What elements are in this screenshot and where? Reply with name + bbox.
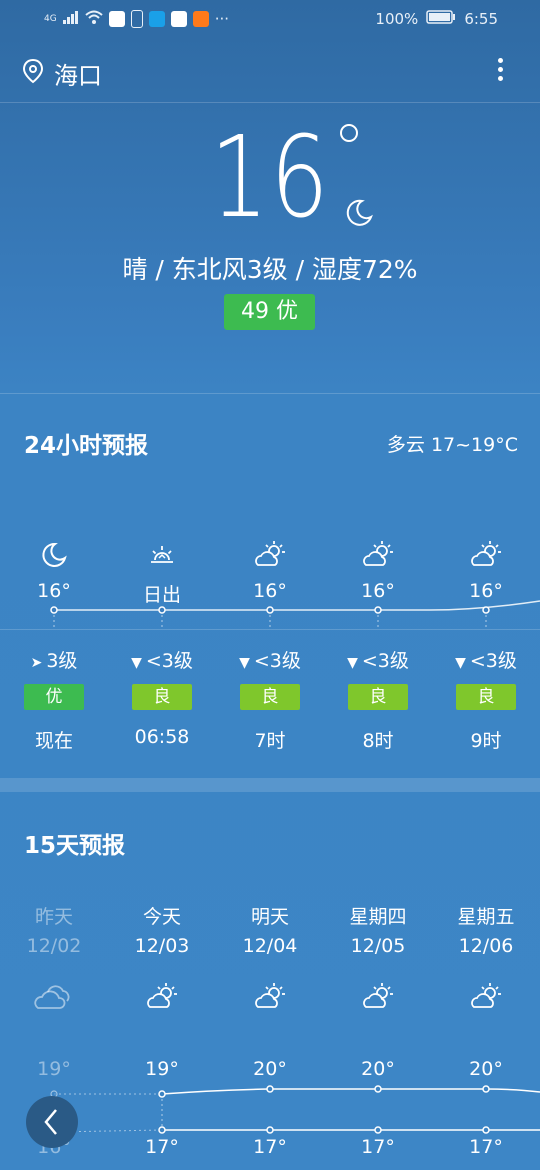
daily-high-temp: 20° — [361, 1058, 395, 1080]
app-notification-icon — [148, 11, 165, 27]
partly-cloudy-icon — [432, 540, 540, 570]
battery-percent: 100% — [375, 10, 419, 28]
hourly-time: 9时 — [470, 730, 502, 752]
partly-cloudy-icon — [108, 982, 216, 1018]
wind-level: <3级 — [361, 650, 409, 672]
daily-day-label[interactable]: 星期四 — [324, 902, 432, 929]
daily-high-temp: 20° — [253, 1058, 287, 1080]
daily-forecast-title: 15天预报 — [24, 833, 126, 859]
wind-direction-icon: ▼ — [239, 655, 250, 671]
hourly-time: 06:58 — [134, 726, 190, 748]
video-app-icon — [192, 11, 209, 27]
wind-level: <3级 — [253, 650, 301, 672]
partly-cloudy-icon — [432, 982, 540, 1018]
sunrise-icon — [108, 540, 216, 570]
cloudy-icon — [0, 982, 108, 1018]
more-notifications-icon: ··· — [214, 10, 230, 28]
aqi-badge: 良 — [348, 684, 408, 710]
signal-icon — [62, 10, 79, 28]
daily-temperature-lines — [50, 1085, 540, 1134]
current-temperature: 16 — [209, 113, 331, 243]
aqi-badge: 良 — [132, 684, 192, 710]
wind-level: <3级 — [469, 650, 517, 672]
moon-icon — [0, 540, 108, 570]
daily-day-label[interactable]: 今天 — [108, 902, 216, 929]
hourly-forecast-title: 24小时预报 — [24, 433, 149, 459]
daily-high-temp: 20° — [469, 1058, 503, 1080]
city-name[interactable]: 海口 — [54, 56, 102, 91]
app-notification-icon — [108, 11, 125, 27]
daily-date: 12/05 — [350, 935, 406, 957]
partly-cloudy-icon — [216, 540, 324, 570]
hourly-wind: ▼ <3级 — [108, 646, 216, 673]
daily-high-temp: 19° — [37, 1058, 71, 1080]
hourly-time: 8时 — [362, 730, 394, 752]
hourly-wind: ▼ <3级 — [216, 646, 324, 673]
wind-direction-icon: ➤ — [30, 655, 43, 671]
aqi-badge: 良 — [240, 684, 300, 710]
aqi-badge: 优 — [24, 684, 84, 710]
partly-cloudy-icon — [324, 540, 432, 570]
daily-date: 12/03 — [134, 935, 190, 957]
hourly-wind: ▼ <3级 — [432, 646, 540, 673]
back-button[interactable] — [26, 1096, 78, 1148]
hourly-forecast-summary: 多云 17~19°C — [386, 434, 518, 456]
partly-cloudy-icon — [324, 982, 432, 1018]
moon-icon — [344, 198, 374, 232]
chevron-left-icon — [44, 1109, 57, 1135]
daily-day-label[interactable]: 昨天 — [0, 902, 108, 929]
wind-direction-icon: ▼ — [131, 655, 142, 671]
sim-icon — [130, 10, 143, 28]
daily-date: 12/04 — [242, 935, 298, 957]
wifi-icon — [85, 10, 103, 28]
aqi-badge: 良 — [456, 684, 516, 710]
daily-date: 12/06 — [458, 935, 514, 957]
current-condition: 晴 / 东北风3级 / 湿度72% — [122, 255, 418, 284]
hourly-time: 7时 — [254, 730, 286, 752]
wind-direction-icon: ▼ — [347, 655, 358, 671]
app-notification-icon — [170, 11, 187, 27]
wind-direction-icon: ▼ — [455, 655, 466, 671]
hourly-wind: ➤ 3级 — [0, 646, 108, 673]
hourly-time: 现在 — [34, 730, 73, 752]
degree-symbol — [340, 124, 358, 142]
wind-level: <3级 — [145, 650, 193, 672]
aqi-badge[interactable]: 49 优 — [224, 294, 315, 330]
daily-day-label[interactable]: 明天 — [216, 902, 324, 929]
partly-cloudy-icon — [216, 982, 324, 1018]
hourly-temperature-line — [50, 600, 540, 630]
daily-day-label[interactable]: 星期五 — [432, 902, 540, 929]
location-pin-icon[interactable] — [22, 58, 44, 88]
hourly-wind: ▼ <3级 — [324, 646, 432, 673]
section-separator — [0, 778, 540, 792]
app-header: 海口 — [0, 40, 540, 102]
more-menu-icon[interactable] — [498, 58, 504, 85]
status-bar: 4G ··· 100% 6:55 — [0, 0, 540, 40]
clock: 6:55 — [464, 10, 498, 28]
wind-level: 3级 — [46, 650, 78, 672]
network-label: 4G — [44, 14, 57, 24]
daily-date: 12/02 — [26, 935, 82, 957]
battery-icon — [426, 10, 456, 28]
daily-high-temp: 19° — [145, 1058, 179, 1080]
